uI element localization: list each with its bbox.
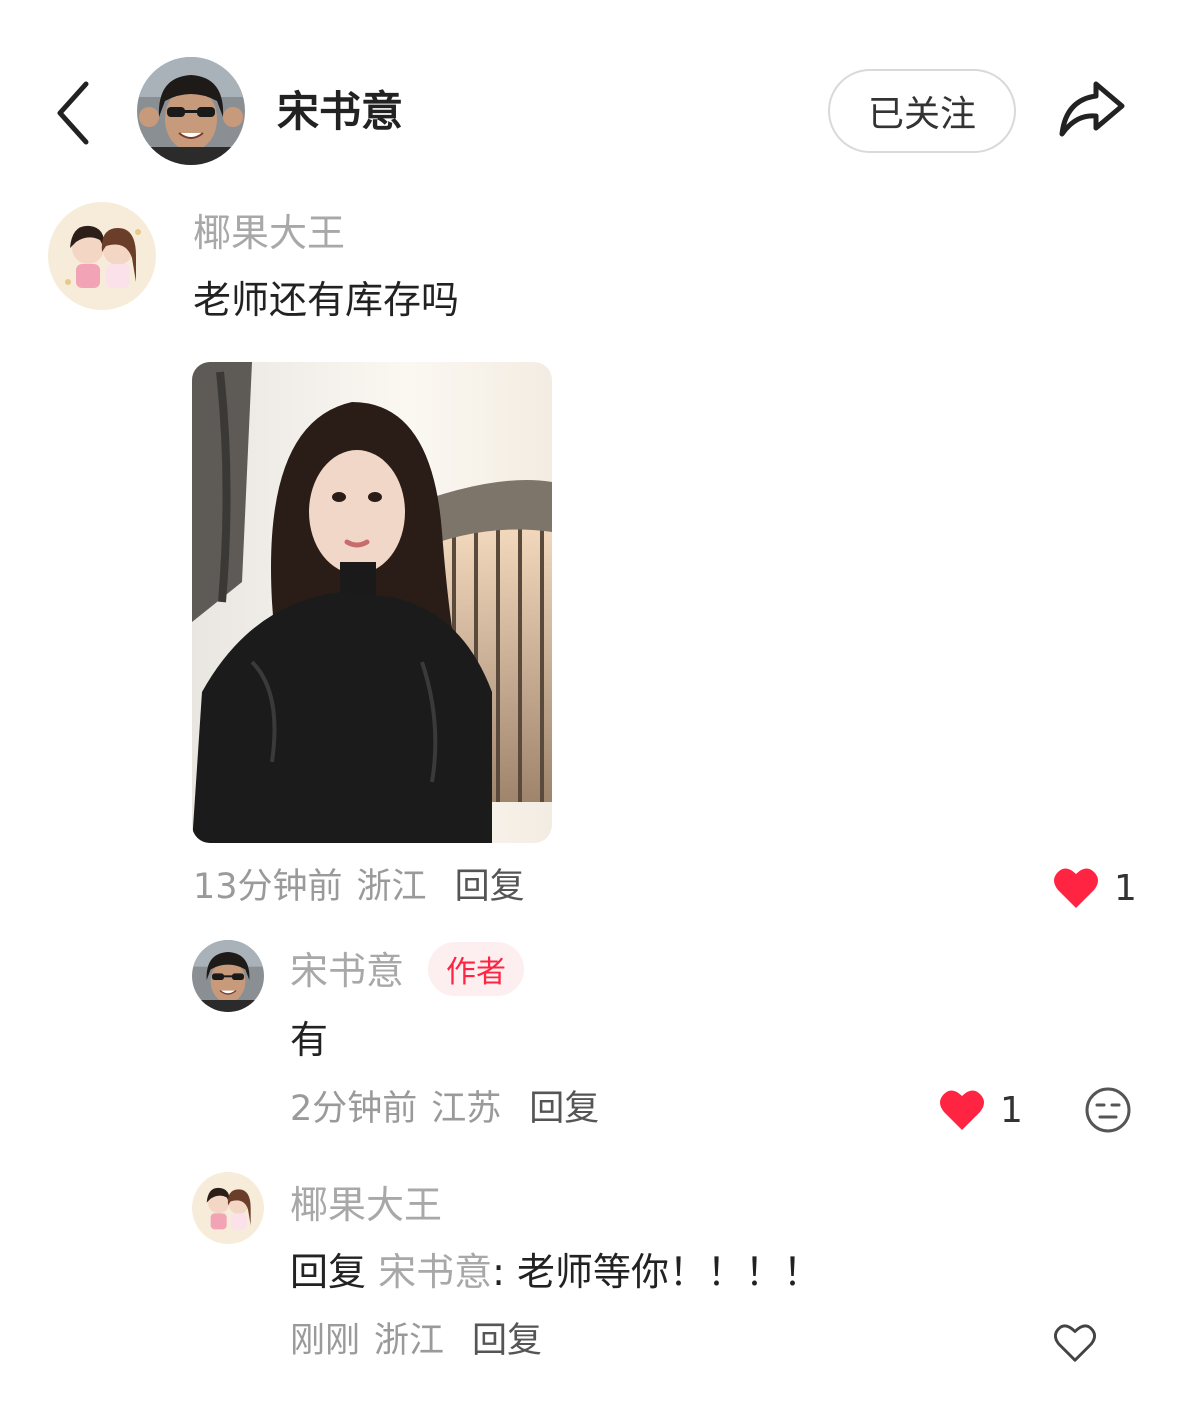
- comment-time: 13分钟前: [193, 867, 343, 907]
- reply-to-user[interactable]: 宋书意: [378, 1250, 492, 1294]
- reply-like-button[interactable]: 1: [938, 1088, 1023, 1132]
- reply-commenter-name[interactable]: 椰果大王: [290, 1180, 442, 1230]
- reply-reply-button[interactable]: 回复: [472, 1321, 542, 1361]
- reply-time: 刚刚: [290, 1321, 361, 1361]
- reply-location: 江苏: [431, 1089, 502, 1129]
- commenter-name[interactable]: 椰果大王: [193, 208, 345, 258]
- reply-commenter-avatar[interactable]: [192, 1172, 264, 1244]
- reply-body: : 老师等你！！！！: [492, 1250, 822, 1294]
- author-badge: 作者: [428, 942, 524, 996]
- comment-like-count: 1: [1114, 867, 1137, 909]
- commenter-avatar[interactable]: [48, 202, 156, 310]
- comment-meta: 13分钟前 浙江 回复: [193, 864, 525, 910]
- reply-location: 浙江: [374, 1321, 445, 1361]
- reply-like-count: 1: [1000, 1089, 1023, 1131]
- reply-time: 2分钟前: [290, 1089, 418, 1129]
- comment-location: 浙江: [356, 867, 427, 907]
- comment-reply-button[interactable]: 回复: [455, 867, 525, 907]
- comment-photo[interactable]: [192, 362, 552, 843]
- emoji-reaction-button[interactable]: [1084, 1086, 1132, 1134]
- heart-filled-icon: [940, 1090, 984, 1130]
- author-avatar[interactable]: [137, 57, 245, 165]
- share-button[interactable]: [1056, 78, 1128, 140]
- reply-text: 有: [290, 1018, 329, 1062]
- comment-like-button[interactable]: 1: [1052, 866, 1137, 910]
- reply-author-name[interactable]: 宋书意: [290, 946, 404, 996]
- neutral-face-icon: [1085, 1087, 1131, 1133]
- reply-meta: 刚刚 浙江 回复: [290, 1318, 542, 1364]
- reply-author-avatar[interactable]: [192, 940, 264, 1012]
- chevron-left-icon: [57, 81, 89, 145]
- author-name[interactable]: 宋书意: [277, 84, 403, 140]
- share-arrow-icon: [1059, 81, 1125, 137]
- heart-filled-icon: [1054, 868, 1098, 908]
- follow-button[interactable]: 已关注: [828, 69, 1016, 153]
- back-button[interactable]: [48, 78, 98, 148]
- reply-prefix: 回复: [290, 1250, 367, 1294]
- reply-meta: 2分钟前 江苏 回复: [290, 1086, 599, 1132]
- comment-text: 老师还有库存吗: [193, 278, 460, 322]
- reply-reply-button[interactable]: 回复: [529, 1089, 599, 1129]
- reply-text: 回复 宋书意: 老师等你！！！！: [290, 1246, 821, 1298]
- reply-like-button[interactable]: [1052, 1322, 1098, 1364]
- heart-outline-icon: [1054, 1324, 1096, 1362]
